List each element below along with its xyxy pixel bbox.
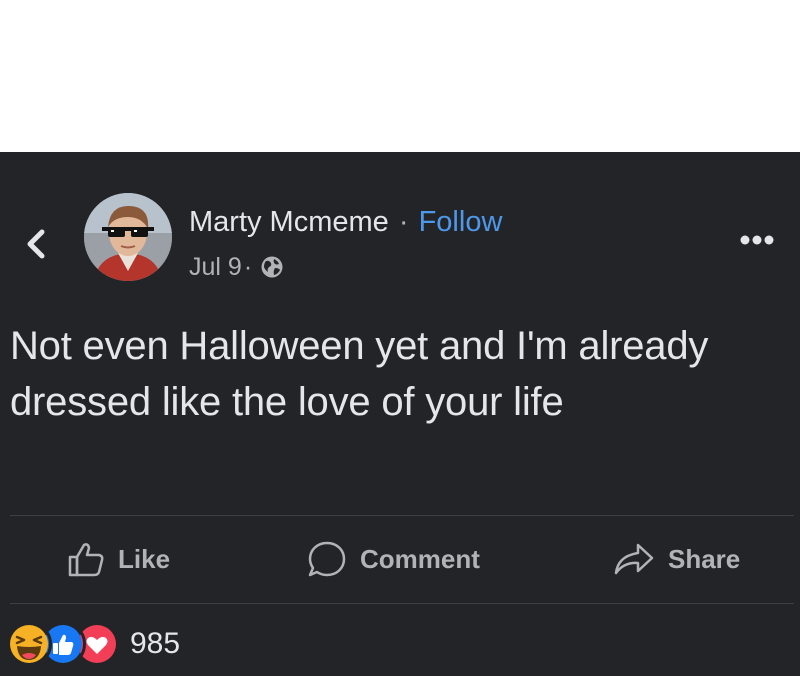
header-separator: · <box>398 206 409 238</box>
post-header: Marty Mcmeme · Follow <box>189 204 502 240</box>
meta-separator: · <box>243 253 253 281</box>
comment-label: Comment <box>360 543 480 574</box>
action-bar: Like Comment Share <box>0 516 800 602</box>
profile-photo <box>84 193 172 281</box>
back-button[interactable] <box>18 224 54 264</box>
chevron-left-icon <box>27 229 45 259</box>
comment-button[interactable]: Comment <box>306 538 480 580</box>
post-date[interactable]: Jul 9 <box>189 252 242 282</box>
share-icon <box>614 543 654 575</box>
post-card: Marty Mcmeme · Follow Jul 9 · Not even H… <box>0 152 800 676</box>
reactions-summary[interactable]: 985 <box>6 621 181 667</box>
like-button[interactable]: Like <box>66 538 170 580</box>
divider <box>10 603 794 604</box>
globe-icon <box>260 255 284 279</box>
haha-reaction-icon <box>6 621 52 667</box>
post-text: Not even Halloween yet and I'm already d… <box>10 324 709 424</box>
follow-link[interactable]: Follow <box>419 206 503 238</box>
thumbs-up-icon <box>68 543 104 577</box>
share-label: Share <box>668 543 741 574</box>
top-blank-area <box>0 0 800 152</box>
comment-icon <box>308 541 346 577</box>
avatar[interactable] <box>84 193 172 281</box>
author-name[interactable]: Marty Mcmeme <box>189 206 389 238</box>
share-button[interactable]: Share <box>612 538 740 580</box>
post-meta: Jul 9 · <box>189 252 284 282</box>
reaction-count: 985 <box>130 627 181 660</box>
like-label: Like <box>118 543 171 574</box>
more-options-icon[interactable] <box>736 228 778 252</box>
